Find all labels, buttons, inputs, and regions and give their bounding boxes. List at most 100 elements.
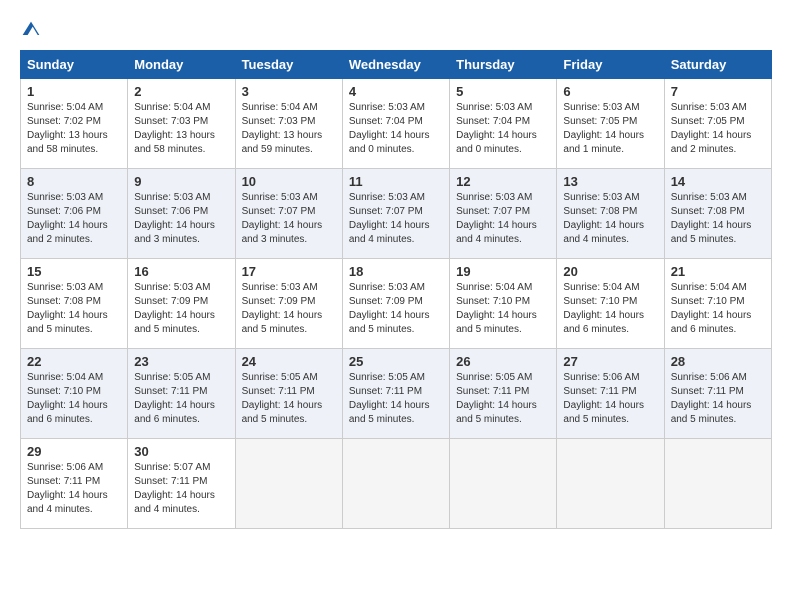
day-number: 20 <box>563 264 657 279</box>
calendar: Sunday Monday Tuesday Wednesday Thursday… <box>20 50 772 529</box>
page-header <box>20 20 772 40</box>
calendar-row-1: 1 Sunrise: 5:04 AMSunset: 7:02 PMDayligh… <box>21 79 772 169</box>
day-cell-12: 12 Sunrise: 5:03 AMSunset: 7:07 PMDaylig… <box>450 169 557 259</box>
day-info: Sunrise: 5:03 AMSunset: 7:07 PMDaylight:… <box>456 191 550 247</box>
day-cell-3: 3 Sunrise: 5:04 AMSunset: 7:03 PMDayligh… <box>235 79 342 169</box>
empty-cell <box>342 439 449 529</box>
header-thursday: Thursday <box>450 51 557 79</box>
day-cell-22: 22 Sunrise: 5:04 AMSunset: 7:10 PMDaylig… <box>21 349 128 439</box>
day-info: Sunrise: 5:03 AMSunset: 7:09 PMDaylight:… <box>134 281 228 337</box>
logo-icon <box>21 20 41 40</box>
day-info: Sunrise: 5:04 AMSunset: 7:10 PMDaylight:… <box>563 281 657 337</box>
day-info: Sunrise: 5:03 AMSunset: 7:09 PMDaylight:… <box>349 281 443 337</box>
calendar-row-5: 29 Sunrise: 5:06 AMSunset: 7:11 PMDaylig… <box>21 439 772 529</box>
day-cell-29: 29 Sunrise: 5:06 AMSunset: 7:11 PMDaylig… <box>21 439 128 529</box>
empty-cell <box>450 439 557 529</box>
calendar-row-3: 15 Sunrise: 5:03 AMSunset: 7:08 PMDaylig… <box>21 259 772 349</box>
day-number: 10 <box>242 174 336 189</box>
day-number: 16 <box>134 264 228 279</box>
day-number: 1 <box>27 84 121 99</box>
logo <box>20 20 42 40</box>
day-info: Sunrise: 5:03 AMSunset: 7:04 PMDaylight:… <box>456 101 550 157</box>
day-cell-14: 14 Sunrise: 5:03 AMSunset: 7:08 PMDaylig… <box>664 169 771 259</box>
empty-cell <box>557 439 664 529</box>
day-info: Sunrise: 5:03 AMSunset: 7:06 PMDaylight:… <box>134 191 228 247</box>
day-number: 18 <box>349 264 443 279</box>
empty-cell <box>664 439 771 529</box>
day-info: Sunrise: 5:05 AMSunset: 7:11 PMDaylight:… <box>242 371 336 427</box>
day-info: Sunrise: 5:05 AMSunset: 7:11 PMDaylight:… <box>349 371 443 427</box>
day-number: 17 <box>242 264 336 279</box>
day-info: Sunrise: 5:06 AMSunset: 7:11 PMDaylight:… <box>563 371 657 427</box>
day-info: Sunrise: 5:04 AMSunset: 7:03 PMDaylight:… <box>242 101 336 157</box>
day-number: 21 <box>671 264 765 279</box>
day-info: Sunrise: 5:04 AMSunset: 7:10 PMDaylight:… <box>671 281 765 337</box>
day-cell-10: 10 Sunrise: 5:03 AMSunset: 7:07 PMDaylig… <box>235 169 342 259</box>
day-info: Sunrise: 5:03 AMSunset: 7:07 PMDaylight:… <box>349 191 443 247</box>
day-number: 8 <box>27 174 121 189</box>
day-cell-13: 13 Sunrise: 5:03 AMSunset: 7:08 PMDaylig… <box>557 169 664 259</box>
day-number: 13 <box>563 174 657 189</box>
day-cell-30: 30 Sunrise: 5:07 AMSunset: 7:11 PMDaylig… <box>128 439 235 529</box>
day-cell-15: 15 Sunrise: 5:03 AMSunset: 7:08 PMDaylig… <box>21 259 128 349</box>
day-number: 2 <box>134 84 228 99</box>
day-number: 23 <box>134 354 228 369</box>
day-number: 28 <box>671 354 765 369</box>
day-info: Sunrise: 5:04 AMSunset: 7:10 PMDaylight:… <box>456 281 550 337</box>
day-number: 27 <box>563 354 657 369</box>
day-cell-5: 5 Sunrise: 5:03 AMSunset: 7:04 PMDayligh… <box>450 79 557 169</box>
header-wednesday: Wednesday <box>342 51 449 79</box>
day-number: 22 <box>27 354 121 369</box>
day-cell-28: 28 Sunrise: 5:06 AMSunset: 7:11 PMDaylig… <box>664 349 771 439</box>
day-number: 7 <box>671 84 765 99</box>
day-number: 6 <box>563 84 657 99</box>
day-info: Sunrise: 5:03 AMSunset: 7:04 PMDaylight:… <box>349 101 443 157</box>
day-info: Sunrise: 5:03 AMSunset: 7:08 PMDaylight:… <box>27 281 121 337</box>
day-number: 26 <box>456 354 550 369</box>
day-cell-17: 17 Sunrise: 5:03 AMSunset: 7:09 PMDaylig… <box>235 259 342 349</box>
header-monday: Monday <box>128 51 235 79</box>
day-info: Sunrise: 5:03 AMSunset: 7:08 PMDaylight:… <box>671 191 765 247</box>
day-cell-25: 25 Sunrise: 5:05 AMSunset: 7:11 PMDaylig… <box>342 349 449 439</box>
day-info: Sunrise: 5:03 AMSunset: 7:05 PMDaylight:… <box>671 101 765 157</box>
day-info: Sunrise: 5:04 AMSunset: 7:03 PMDaylight:… <box>134 101 228 157</box>
day-cell-2: 2 Sunrise: 5:04 AMSunset: 7:03 PMDayligh… <box>128 79 235 169</box>
header-friday: Friday <box>557 51 664 79</box>
day-number: 3 <box>242 84 336 99</box>
day-info: Sunrise: 5:03 AMSunset: 7:08 PMDaylight:… <box>563 191 657 247</box>
day-number: 14 <box>671 174 765 189</box>
day-number: 19 <box>456 264 550 279</box>
day-cell-1: 1 Sunrise: 5:04 AMSunset: 7:02 PMDayligh… <box>21 79 128 169</box>
day-cell-9: 9 Sunrise: 5:03 AMSunset: 7:06 PMDayligh… <box>128 169 235 259</box>
header-saturday: Saturday <box>664 51 771 79</box>
day-info: Sunrise: 5:05 AMSunset: 7:11 PMDaylight:… <box>134 371 228 427</box>
day-number: 11 <box>349 174 443 189</box>
day-info: Sunrise: 5:03 AMSunset: 7:06 PMDaylight:… <box>27 191 121 247</box>
day-cell-6: 6 Sunrise: 5:03 AMSunset: 7:05 PMDayligh… <box>557 79 664 169</box>
day-cell-20: 20 Sunrise: 5:04 AMSunset: 7:10 PMDaylig… <box>557 259 664 349</box>
day-info: Sunrise: 5:03 AMSunset: 7:09 PMDaylight:… <box>242 281 336 337</box>
day-info: Sunrise: 5:05 AMSunset: 7:11 PMDaylight:… <box>456 371 550 427</box>
day-info: Sunrise: 5:06 AMSunset: 7:11 PMDaylight:… <box>27 461 121 517</box>
header-tuesday: Tuesday <box>235 51 342 79</box>
day-number: 12 <box>456 174 550 189</box>
day-number: 5 <box>456 84 550 99</box>
calendar-row-4: 22 Sunrise: 5:04 AMSunset: 7:10 PMDaylig… <box>21 349 772 439</box>
day-cell-26: 26 Sunrise: 5:05 AMSunset: 7:11 PMDaylig… <box>450 349 557 439</box>
day-info: Sunrise: 5:04 AMSunset: 7:10 PMDaylight:… <box>27 371 121 427</box>
day-number: 9 <box>134 174 228 189</box>
day-info: Sunrise: 5:04 AMSunset: 7:02 PMDaylight:… <box>27 101 121 157</box>
day-cell-18: 18 Sunrise: 5:03 AMSunset: 7:09 PMDaylig… <box>342 259 449 349</box>
day-cell-21: 21 Sunrise: 5:04 AMSunset: 7:10 PMDaylig… <box>664 259 771 349</box>
day-cell-11: 11 Sunrise: 5:03 AMSunset: 7:07 PMDaylig… <box>342 169 449 259</box>
day-info: Sunrise: 5:07 AMSunset: 7:11 PMDaylight:… <box>134 461 228 517</box>
day-number: 4 <box>349 84 443 99</box>
day-cell-27: 27 Sunrise: 5:06 AMSunset: 7:11 PMDaylig… <box>557 349 664 439</box>
empty-cell <box>235 439 342 529</box>
day-number: 25 <box>349 354 443 369</box>
day-info: Sunrise: 5:03 AMSunset: 7:07 PMDaylight:… <box>242 191 336 247</box>
day-cell-23: 23 Sunrise: 5:05 AMSunset: 7:11 PMDaylig… <box>128 349 235 439</box>
weekday-header-row: Sunday Monday Tuesday Wednesday Thursday… <box>21 51 772 79</box>
day-cell-4: 4 Sunrise: 5:03 AMSunset: 7:04 PMDayligh… <box>342 79 449 169</box>
header-sunday: Sunday <box>21 51 128 79</box>
